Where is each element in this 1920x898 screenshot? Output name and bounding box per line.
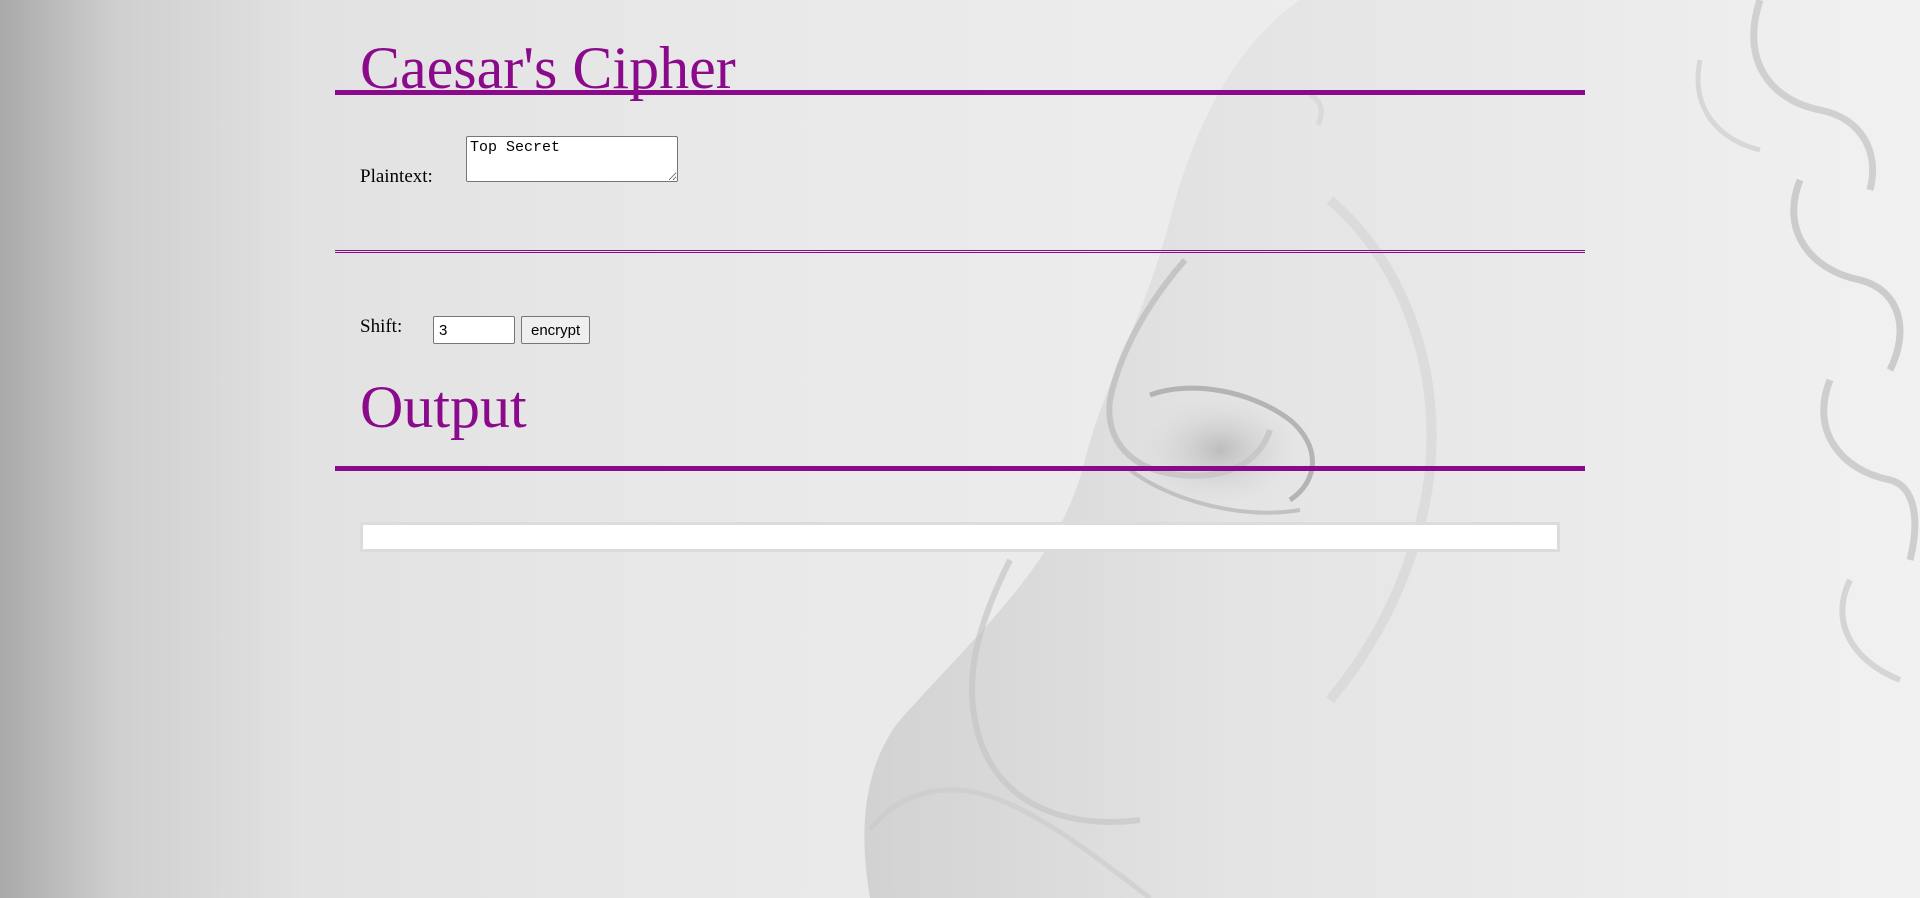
plaintext-textarea[interactable]: Top Secret: [466, 136, 678, 182]
plaintext-label: Plaintext:: [360, 166, 433, 187]
shift-label: Shift:: [360, 316, 403, 337]
page-title: Caesar's Cipher: [360, 35, 736, 101]
plaintext-section: Plaintext: Top Secret: [335, 95, 1585, 250]
output-section: [335, 471, 1585, 591]
shift-input[interactable]: [433, 316, 515, 344]
output-box: [360, 522, 1560, 552]
encrypt-button[interactable]: encrypt: [521, 316, 591, 344]
main-container: Caesar's Cipher Plaintext: Top Secret Sh…: [335, 0, 1585, 591]
output-heading: Output: [360, 374, 527, 440]
shift-section: Shift: encrypt: [335, 253, 1585, 371]
